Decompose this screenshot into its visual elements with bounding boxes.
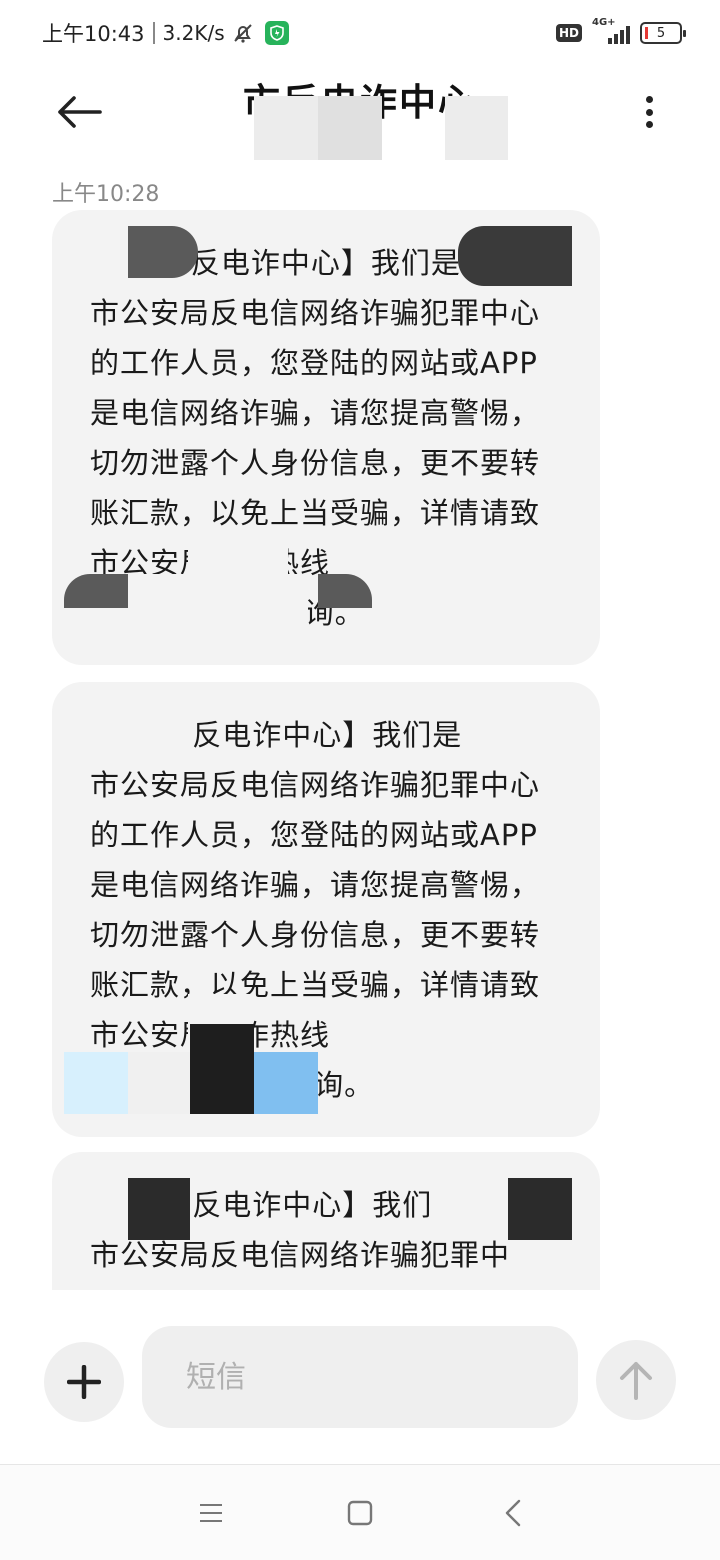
redaction-block [64,226,128,278]
status-time: 上午10:43 [42,22,145,46]
battery-percent: 5 [656,25,666,41]
send-arrow-icon[interactable] [596,1340,676,1420]
signal-bars [608,26,630,44]
signal-icon: 4G+ [592,17,630,46]
redaction-block [190,1024,254,1114]
home-icon[interactable] [337,1493,383,1533]
redaction-block [254,96,318,160]
back-icon[interactable] [490,1493,536,1533]
redaction-block [128,226,198,278]
message-text: 反电诈中心】我们是 市公安局反电信网络诈骗犯罪中心的工作人员，您登陆的网站或AP… [90,718,541,1102]
redaction-block [318,96,382,160]
message-timestamp: 上午10:28 [52,182,160,207]
redaction-block [128,1052,190,1114]
redaction-block [128,574,308,634]
redaction-block [128,1178,190,1240]
mute-bell-icon [231,21,255,45]
menu-icon[interactable] [188,1493,234,1533]
sms-input[interactable] [142,1326,578,1428]
status-right: HD 4G+ 5 [555,17,686,48]
redaction-block [254,1052,318,1114]
plus-icon[interactable] [44,1342,124,1422]
message-composer [0,1318,720,1448]
status-bar: 上午10:43 3.2K/s HD 4G+ 5 [0,0,720,66]
conversation-header: 市反电诈中心 [0,66,720,176]
battery-icon: 5 [640,22,686,44]
network-speed: 3.2K/s [162,21,225,45]
redaction-block [458,226,572,286]
status-left: 上午10:43 3.2K/s [42,18,289,48]
redaction-block [445,96,508,160]
shield-icon [264,21,289,45]
status-divider [152,22,155,44]
system-nav-bar [0,1464,720,1560]
redaction-block [64,574,128,608]
redaction-block [508,1178,572,1240]
hd-badge: HD [555,24,582,42]
message-list[interactable]: 上午10:28 【 市反电诈中心】我们是 市公安局反电信网络诈骗犯罪中心的工作人… [0,170,720,1290]
battery-level [645,27,648,39]
more-vertical-icon[interactable] [634,92,664,132]
redaction-block [64,1052,128,1114]
